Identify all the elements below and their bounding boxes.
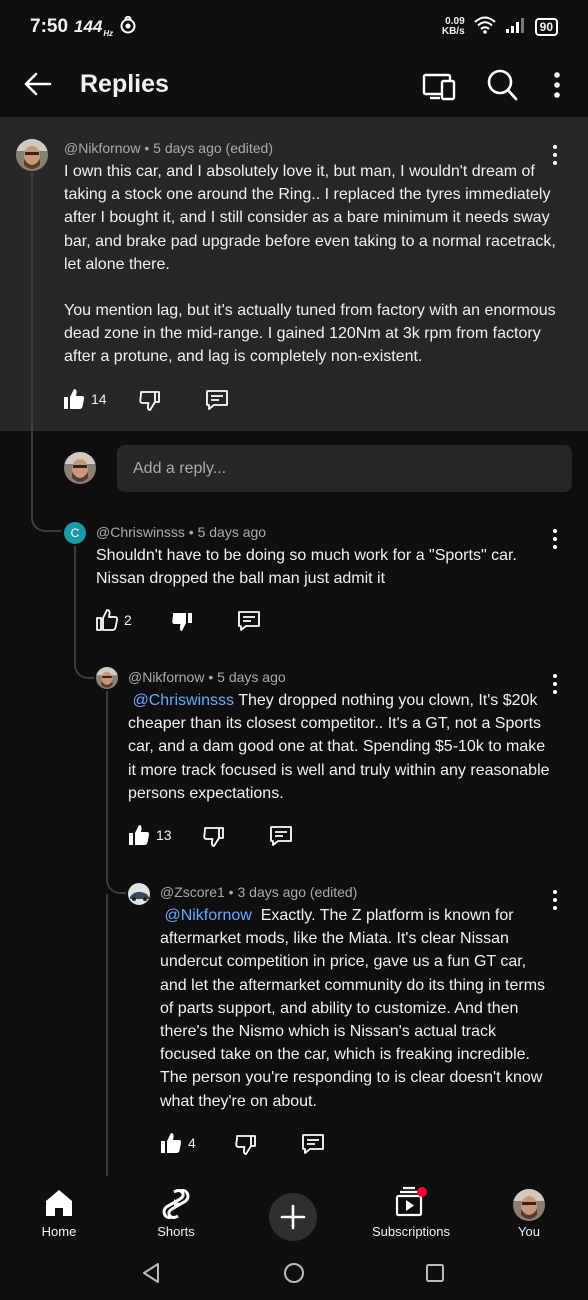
comment-text: @Chriswinsss They dropped nothing you cl…: [128, 689, 553, 805]
nav-you[interactable]: You: [474, 1176, 584, 1244]
like-count: 13: [156, 827, 172, 843]
reply-button[interactable]: [301, 1133, 325, 1155]
avatar-letter: C: [70, 526, 80, 540]
comment-more-icon[interactable]: [549, 527, 561, 551]
comment-more-icon[interactable]: [549, 888, 561, 912]
thumb-down-icon: [235, 1135, 256, 1155]
thread-curve: [31, 500, 61, 532]
nav-label: Home: [41, 1224, 77, 1239]
search-icon[interactable]: [486, 68, 518, 102]
dislike-button[interactable]: [235, 1133, 257, 1155]
refresh-rate: 144Hz: [74, 17, 114, 38]
avatar[interactable]: C: [64, 522, 86, 544]
shorts-icon: [162, 1188, 190, 1225]
system-recents-icon[interactable]: [425, 1263, 445, 1288]
comment-body: Exactly. The Z platform is known for aft…: [160, 907, 546, 1110]
battery-indicator: 90: [534, 18, 558, 36]
app-header: Replies: [0, 54, 588, 118]
like-button[interactable]: 2: [96, 609, 132, 631]
thread-curve: [106, 866, 126, 894]
like-button[interactable]: 14: [63, 388, 107, 410]
comment-icon: [302, 1134, 324, 1154]
nav-home[interactable]: Home: [4, 1176, 114, 1244]
comment-meta: @Chriswinsss • 5 days ago: [96, 524, 267, 540]
add-reply-input[interactable]: Add a reply...: [117, 445, 572, 492]
comment-time: 5 days ago: [197, 524, 267, 540]
nav-shorts[interactable]: Shorts: [121, 1176, 231, 1244]
cast-icon[interactable]: [422, 69, 456, 103]
dislike-button[interactable]: [203, 825, 225, 847]
mention-link[interactable]: @Nikfornow: [164, 907, 251, 924]
home-icon: [44, 1188, 74, 1223]
thread-curve: [74, 644, 94, 679]
reply-button[interactable]: [205, 389, 229, 411]
comment-text: I own this car, and I absolutely love it…: [64, 160, 560, 369]
thread-line: [31, 172, 33, 518]
comment-author[interactable]: @Nikfornow: [128, 669, 204, 685]
system-back-icon[interactable]: [141, 1262, 161, 1289]
system-nav-bar: [0, 1244, 588, 1300]
nav-label: Shorts: [157, 1224, 195, 1239]
thumb-down-icon: [139, 391, 160, 411]
page-title: Replies: [80, 70, 169, 98]
signal-icon: [505, 17, 527, 38]
like-count: 4: [188, 1135, 196, 1151]
thread-line: [106, 894, 108, 1176]
comment-author[interactable]: @Nikfornow: [64, 140, 140, 156]
wifi-icon: [473, 16, 497, 39]
back-arrow-icon[interactable]: [22, 68, 54, 100]
create-button[interactable]: [269, 1193, 317, 1241]
nav-label: You: [518, 1224, 540, 1239]
comment-icon: [238, 611, 260, 631]
thumb-up-filled-icon: [161, 1133, 182, 1153]
status-bar: 7:50 144Hz 0.09 KB/s 90: [0, 0, 588, 54]
comment-time: 5 days ago: [217, 669, 286, 685]
reply-button[interactable]: [237, 610, 261, 632]
comment-paragraph: You mention lag, but it's actually tuned…: [64, 302, 556, 366]
vpn-icon: [119, 14, 137, 39]
thumb-down-filled-icon: [172, 613, 192, 631]
thumb-up-icon: [96, 609, 118, 631]
avatar: [513, 1189, 545, 1221]
bottom-nav: Home Shorts Subscriptions You: [0, 1176, 588, 1244]
avatar[interactable]: [128, 883, 150, 905]
dislike-button[interactable]: [171, 610, 193, 632]
comment-text: @Nikfornow Exactly. The Z platform is kn…: [160, 904, 548, 1113]
nav-subscriptions[interactable]: Subscriptions: [356, 1176, 466, 1244]
comment-text: Shouldn't have to be doing so much work …: [96, 547, 517, 588]
reply-button[interactable]: [269, 825, 293, 847]
comment-time: 3 days ago (edited): [237, 884, 358, 900]
comment-time: 5 days ago (edited): [153, 140, 273, 156]
mention-link[interactable]: @Chriswinsss: [132, 692, 234, 709]
thumb-up-filled-icon: [129, 825, 150, 845]
thumb-up-filled-icon: [64, 389, 85, 409]
nav-label: Subscriptions: [371, 1224, 451, 1239]
like-button[interactable]: 4: [160, 1132, 196, 1154]
like-count: 14: [91, 391, 107, 407]
dislike-button[interactable]: [139, 389, 161, 411]
like-count: 2: [124, 612, 132, 628]
thread-line: [106, 691, 108, 881]
my-avatar: [64, 452, 96, 484]
status-time: 7:50: [30, 16, 69, 37]
plus-icon: [280, 1204, 306, 1230]
comment-author[interactable]: @Chriswinsss: [96, 524, 185, 540]
comment-author[interactable]: @Zscore1: [160, 884, 225, 900]
comment-icon: [270, 826, 292, 846]
comment-meta: @Zscore1 • 3 days ago (edited): [160, 884, 358, 900]
subscriptions-icon: [394, 1186, 428, 1223]
comment-paragraph: I own this car, and I absolutely love it…: [64, 163, 556, 273]
system-home-icon[interactable]: [283, 1262, 305, 1289]
like-button[interactable]: 13: [128, 824, 172, 846]
net-speed: 0.09 KB/s: [441, 16, 465, 37]
avatar[interactable]: [96, 667, 118, 689]
thumb-down-icon: [203, 827, 224, 847]
more-vertical-icon[interactable]: [546, 69, 568, 101]
avatar[interactable]: [16, 139, 48, 171]
comment-meta: @Nikfornow • 5 days ago (edited): [64, 140, 273, 156]
comment-icon: [206, 390, 228, 410]
comment-meta: @Nikfornow • 5 days ago: [128, 669, 286, 685]
